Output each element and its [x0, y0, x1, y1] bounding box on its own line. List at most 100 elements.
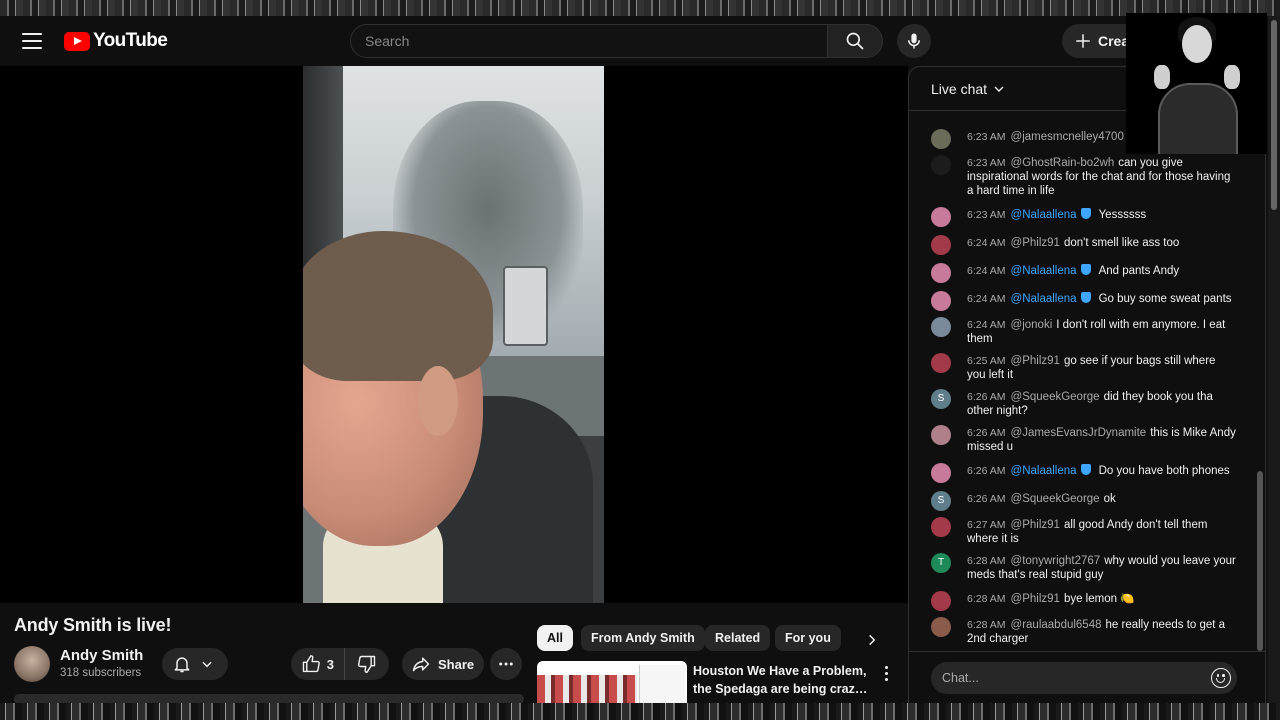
chat-author-name[interactable]: @SqueekGeorge [1011, 493, 1100, 505]
chat-author-name[interactable]: @GhostRain-bo2wh [1011, 157, 1115, 169]
channel-name[interactable]: Andy Smith [60, 647, 143, 664]
dislike-button[interactable] [345, 648, 389, 680]
like-button[interactable]: 3 [291, 648, 345, 680]
chat-author-avatar[interactable]: T [931, 553, 951, 573]
moderator-badge-icon [1080, 208, 1091, 219]
chat-timestamp: 6:26 AM [967, 465, 1006, 477]
chevron-down-icon [202, 661, 212, 668]
chat-author-name[interactable]: @tonywright2767 [1011, 555, 1101, 567]
chat-author-name[interactable]: @jamesmcnelley4700 [1011, 131, 1124, 143]
chat-timestamp: 6:24 AM [967, 293, 1006, 305]
search-input[interactable] [351, 25, 827, 57]
chat-author-avatar[interactable] [931, 291, 951, 311]
chat-input-row [909, 651, 1265, 703]
chat-author-avatar[interactable] [931, 591, 951, 611]
search-icon [846, 32, 864, 50]
chat-author-name[interactable]: @JamesEvansJrDynamite [1011, 427, 1147, 439]
chat-message-text: bye lemon 🍋 [1063, 593, 1135, 605]
chat-message-body: 6:24 AM @Nalaallena And pants Andy [967, 264, 1237, 278]
chat-message-body: 6:24 AM @Philz91 don't smell like ass too [967, 236, 1237, 250]
moderator-badge-icon [1080, 464, 1091, 475]
chat-messages[interactable]: 6:23 AM @jamesmcnelley4700 6:23 AM @GhostRa… [909, 111, 1255, 651]
chevron-right-icon[interactable] [862, 630, 882, 650]
chat-mode-dropdown[interactable]: Live chat [931, 81, 1005, 97]
moderator-badge-icon [1080, 292, 1091, 303]
parking-sign [503, 266, 548, 346]
webcam-overlay[interactable] [1126, 13, 1267, 154]
channel-avatar[interactable] [14, 646, 50, 682]
more-horizontal-icon [499, 662, 513, 666]
notification-button[interactable] [162, 648, 228, 680]
microphone-icon [908, 33, 920, 49]
chat-author-avatar[interactable] [931, 617, 951, 637]
chat-message-text: Do you have both phones [1098, 465, 1230, 477]
search-button[interactable] [827, 24, 883, 58]
related-video-title[interactable]: Houston We Have a Problem, the Spedaga a… [693, 662, 873, 698]
chat-message-body: 6:23 AM @Nalaallena Yessssss [967, 208, 1237, 222]
like-dislike-group: 3 [291, 648, 389, 680]
share-button[interactable]: Share [402, 648, 484, 680]
emoji-icon[interactable] [1211, 668, 1231, 688]
chat-author-name[interactable]: @SqueekGeorge [1011, 391, 1100, 403]
like-count: 3 [326, 656, 334, 672]
top-noise-strip [0, 0, 1280, 16]
video-player[interactable] [0, 66, 908, 603]
chat-author-avatar[interactable] [931, 207, 951, 227]
chat-author-name[interactable]: @Nalaallena [1011, 293, 1077, 305]
chat-header-title: Live chat [931, 81, 988, 97]
chat-author-name[interactable]: @Philz91 [1011, 355, 1060, 367]
chat-timestamp: 6:26 AM [967, 493, 1006, 505]
moderator-badge-icon [1080, 264, 1091, 275]
related-video-thumbnail[interactable] [537, 661, 687, 703]
share-icon [412, 657, 430, 672]
chat-author-avatar[interactable] [931, 235, 951, 255]
chat-author-avatar[interactable] [931, 517, 951, 537]
chat-author-avatar[interactable] [931, 425, 951, 445]
voice-search-button[interactable] [897, 24, 931, 58]
chat-author-avatar[interactable]: S [931, 491, 951, 511]
share-label: Share [438, 656, 475, 672]
chat-author-name[interactable]: @raulaabdul6548 [1011, 619, 1102, 631]
chat-author-avatar[interactable] [931, 353, 951, 373]
chat-timestamp: 6:27 AM [967, 519, 1006, 531]
chat-input[interactable] [931, 662, 1237, 694]
video-frame[interactable] [303, 66, 604, 603]
chat-author-name[interactable]: @Nalaallena [1011, 465, 1077, 477]
chat-author-avatar[interactable] [931, 155, 951, 175]
chat-timestamp: 6:24 AM [967, 319, 1006, 331]
chat-timestamp: 6:28 AM [967, 593, 1006, 605]
chat-scrollbar[interactable] [1257, 471, 1263, 651]
logo-text: YouTube [93, 30, 168, 51]
chip-all[interactable]: All [537, 625, 573, 651]
chat-author-avatar[interactable] [931, 317, 951, 337]
chip-for-you[interactable]: For you [775, 625, 841, 651]
page-scrollbar[interactable] [1268, 16, 1280, 704]
related-more-icon[interactable] [878, 663, 894, 683]
screen: YouTube Create Andy Sm [0, 0, 1280, 720]
chat-author-name[interactable]: @jonoki [1011, 319, 1053, 331]
chat-timestamp: 6:23 AM [967, 131, 1006, 143]
chat-author-avatar[interactable] [931, 263, 951, 283]
chip-related[interactable]: Related [705, 625, 771, 651]
chat-message-body: 6:28 AM @raulaabdul6548 he really needs to… [967, 618, 1237, 646]
chat-timestamp: 6:26 AM [967, 427, 1006, 439]
menu-icon[interactable] [20, 30, 44, 52]
chat-author-avatar[interactable] [931, 463, 951, 483]
chat-author-avatar[interactable]: S [931, 389, 951, 409]
thumbs-up-icon [302, 655, 320, 673]
chat-author-avatar[interactable] [931, 129, 951, 149]
chat-author-name[interactable]: @Philz91 [1011, 593, 1060, 605]
youtube-logo[interactable]: YouTube [64, 30, 168, 52]
thumbs-down-icon [357, 655, 376, 674]
chat-message-body: 6:25 AM @Philz91 go see if your bags still… [967, 354, 1237, 382]
chat-timestamp: 6:23 AM [967, 209, 1006, 221]
chat-author-name[interactable]: @Philz91 [1011, 519, 1060, 531]
chat-author-name[interactable]: @Nalaallena [1011, 209, 1077, 221]
masthead: YouTube Create [0, 16, 1280, 66]
chat-author-name[interactable]: @Nalaallena [1011, 265, 1077, 277]
chip-from-channel[interactable]: From Andy Smith [581, 625, 705, 651]
more-actions-button[interactable] [490, 648, 522, 680]
chat-author-name[interactable]: @Philz91 [1011, 237, 1060, 249]
chat-message-body: 6:27 AM @Philz91 all good Andy don't tell … [967, 518, 1237, 546]
chat-timestamp: 6:23 AM [967, 157, 1006, 169]
